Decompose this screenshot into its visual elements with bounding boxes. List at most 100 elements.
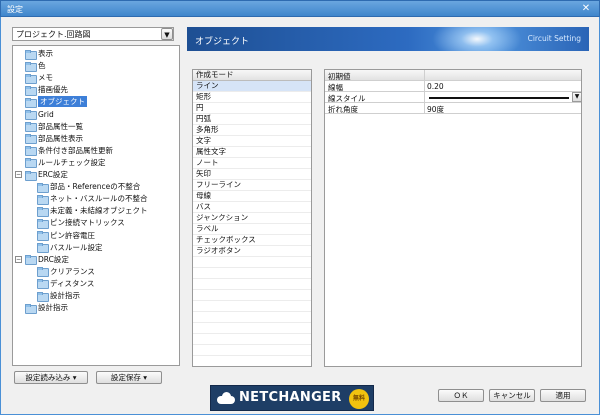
mode-item[interactable]: ジャンクション [193, 213, 311, 224]
property-value[interactable]: 0.20 [427, 82, 444, 91]
folder-icon [25, 110, 37, 120]
tree-item[interactable]: 設計指示 [37, 290, 80, 302]
tree-item[interactable]: DRC設定 [25, 254, 69, 266]
empty-row [193, 356, 311, 366]
folder-icon [37, 218, 49, 229]
section-title: オブジェクト [195, 37, 250, 47]
tree-item-label: ディスタンス [50, 278, 95, 288]
tree-item[interactable]: 色 [25, 60, 46, 72]
tree-item-label: 色 [38, 61, 46, 71]
folder-icon [37, 231, 49, 241]
property-row-width[interactable]: 線幅 0.20 [325, 81, 581, 92]
mode-item[interactable]: 円弧 [193, 114, 311, 125]
line-style-preview [429, 97, 569, 99]
tree-item-label: オブジェクト [38, 96, 87, 108]
tree-item[interactable]: ERC設定 [25, 169, 68, 181]
mode-item[interactable]: 矢印 [193, 169, 311, 180]
folder-icon [37, 194, 49, 205]
tree-item[interactable]: メモ [25, 72, 53, 84]
window-titlebar: 設定 ✕ [0, 0, 600, 17]
property-grid: 初期値 線幅 0.20 線スタイル ▼ 折れ角度 90度 [324, 69, 582, 367]
chevron-down-icon[interactable]: ▼ [572, 92, 581, 102]
tree-item[interactable]: Grid [25, 109, 54, 120]
empty-row [193, 301, 311, 312]
tree-item[interactable]: 未定義・未結線オブジェクト [37, 205, 148, 217]
mode-item[interactable]: 属性文字 [193, 147, 311, 158]
mode-item[interactable]: 文字 [193, 136, 311, 147]
empty-row [193, 345, 311, 356]
tree-item[interactable]: 表示 [25, 48, 53, 60]
mode-item[interactable]: チェックボックス [193, 235, 311, 246]
project-select[interactable]: プロジェクト.回路図 ▼ [12, 27, 174, 41]
mode-item[interactable]: 矩形 [193, 92, 311, 103]
tree-item[interactable]: ネット・バスルールの不整合 [37, 193, 148, 205]
folder-icon [25, 134, 37, 145]
tree-item-label: 設計指示 [50, 291, 80, 300]
mode-item[interactable]: ライン [193, 81, 311, 92]
tree-item[interactable]: ピン許容電圧 [37, 230, 95, 241]
empty-row [193, 312, 311, 323]
mode-item[interactable]: ラジオボタン [193, 246, 311, 257]
save-settings-button[interactable]: 設定保存 ▾ [96, 371, 162, 384]
property-grid-header: 初期値 [325, 70, 581, 81]
tree-item[interactable]: ピン接続マトリックス [37, 217, 125, 229]
tree-item-label: バスルール設定 [50, 242, 103, 252]
collapse-icon[interactable]: − [15, 255, 22, 263]
folder-icon [25, 61, 37, 72]
tree-item[interactable]: ディスタンス [37, 278, 95, 290]
tree-item-label: 部品・Referenceの不整合 [50, 182, 141, 192]
column-divider [424, 70, 425, 114]
folder-icon [37, 291, 49, 302]
tree-item[interactable]: クリアランス [37, 266, 95, 278]
window-title: 設定 [7, 5, 23, 14]
load-settings-button[interactable]: 設定読み込み ▾ [14, 371, 88, 384]
mode-item[interactable]: バス [193, 202, 311, 213]
tree-item-label: クリアランス [50, 266, 95, 276]
tree-item[interactable]: オブジェクト [25, 96, 87, 108]
ok-button[interactable]: ＯＫ [438, 389, 484, 402]
tree-item-label: ERC設定 [38, 170, 68, 179]
settings-tree[interactable]: 表示色メモ描画優先 オブジェクト Grid 部品属性一覧部品属性表示 条件付き部品属性更… [12, 45, 180, 366]
tree-item[interactable]: 描画優先 [25, 84, 68, 96]
tree-item-label: ピン接続マトリックス [50, 218, 125, 228]
close-icon[interactable]: ✕ [579, 3, 593, 15]
chevron-down-icon[interactable]: ▼ [161, 28, 173, 40]
mode-item[interactable]: ノート [193, 158, 311, 169]
tree-item[interactable]: 部品属性一覧 [25, 121, 83, 133]
mode-list-header: 作成モード [193, 70, 311, 81]
tree-item-label: 未定義・未結線オブジェクト [50, 206, 148, 216]
tree-item-label: 描画優先 [38, 85, 68, 95]
banner-glow [432, 27, 522, 51]
mode-item[interactable]: 多角形 [193, 125, 311, 136]
apply-button[interactable]: 適用 [540, 389, 586, 402]
collapse-icon[interactable]: − [15, 171, 22, 178]
empty-row [193, 334, 311, 345]
folder-icon [25, 122, 37, 133]
folder-icon [37, 182, 49, 193]
cloud-icon [217, 392, 235, 404]
property-value[interactable]: 90度 [427, 104, 444, 115]
tree-item-label: 部品属性一覧 [38, 121, 83, 131]
tree-item[interactable]: バスルール設定 [37, 242, 103, 254]
tree-item[interactable]: 設計指示 [25, 302, 68, 314]
tree-item[interactable]: 部品属性表示 [25, 133, 83, 145]
folder-icon [25, 158, 37, 169]
mode-item[interactable]: 母線 [193, 191, 311, 202]
tree-item-label: Grid [38, 109, 54, 119]
folder-icon [25, 49, 37, 60]
tree-item-label: メモ [38, 73, 53, 83]
tree-item[interactable]: 条件付き部品属性更新 [25, 145, 113, 157]
folder-icon [25, 303, 37, 314]
tree-item-label: 表示 [38, 49, 53, 58]
mode-item[interactable]: ラベル [193, 224, 311, 235]
tree-item[interactable]: ルールチェック設定 [25, 157, 106, 169]
cancel-button[interactable]: キャンセル [489, 389, 535, 402]
tree-item[interactable]: 部品・Referenceの不整合 [37, 181, 141, 193]
property-row-style[interactable]: 線スタイル ▼ [325, 92, 581, 103]
empty-row [193, 290, 311, 301]
mode-item[interactable]: フリーライン [193, 180, 311, 191]
mode-item[interactable]: 円 [193, 103, 311, 114]
netchanger-logo: NETCHANGER 無料 [210, 385, 374, 411]
folder-icon [25, 85, 37, 96]
property-row-angle[interactable]: 折れ角度 90度 [325, 103, 581, 115]
